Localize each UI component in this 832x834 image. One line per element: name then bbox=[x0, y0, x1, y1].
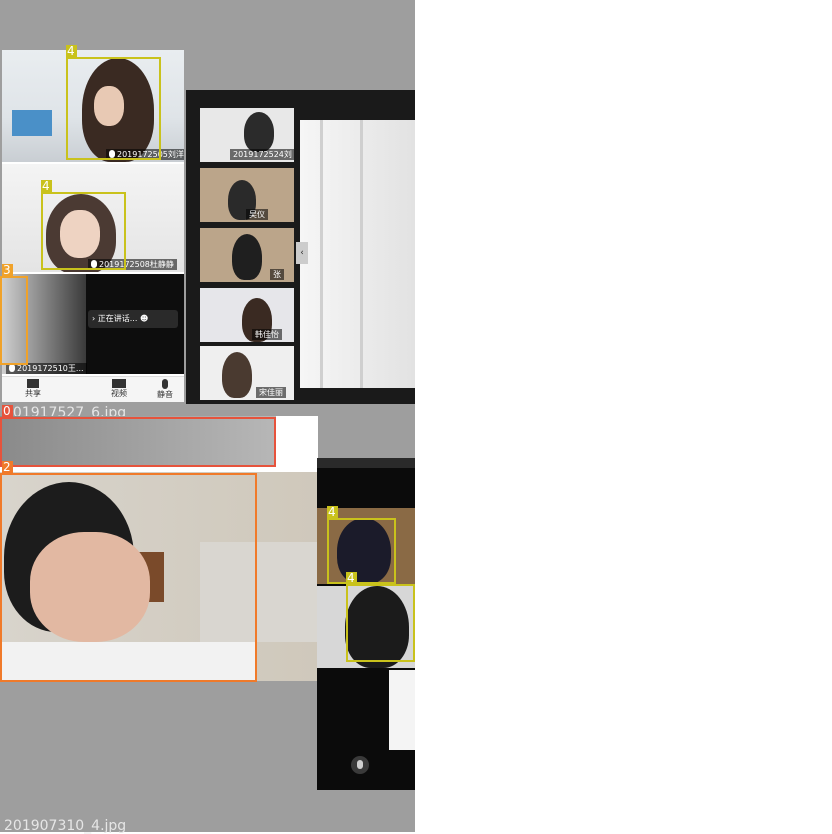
meeting-sidebar bbox=[317, 458, 415, 790]
video-feed bbox=[389, 670, 415, 750]
participant-name-label: 韩佳怡 bbox=[252, 329, 282, 340]
participant-face bbox=[60, 210, 100, 258]
thumbnail-tile[interactable]: 吴仪 bbox=[200, 168, 294, 222]
video-camera-icon bbox=[112, 379, 126, 388]
participant-figure bbox=[222, 352, 252, 398]
meeting-toolbar: 共享 视频 静音 bbox=[2, 376, 184, 402]
meeting-window-left: 2019172505刘洋 2019172508杜静静 › 正在讲话... ☻ 2… bbox=[2, 50, 184, 402]
microphone-icon bbox=[357, 760, 363, 769]
empty-area bbox=[415, 0, 832, 832]
video-feed bbox=[2, 274, 86, 374]
video-tile[interactable]: › 正在讲话... ☻ 2019172510王... bbox=[2, 274, 184, 374]
mic-icon bbox=[91, 260, 97, 268]
participant-name-label: 2019172505刘洋 bbox=[106, 149, 184, 160]
shared-room-view bbox=[300, 120, 415, 388]
video-tile[interactable]: 2019172505刘洋 bbox=[2, 50, 184, 162]
share-screen-icon bbox=[27, 379, 39, 388]
participant-name-label: 2019172510王... bbox=[6, 363, 87, 374]
video-tile[interactable] bbox=[317, 586, 415, 668]
thumbnail-tile[interactable]: 2019172524刘 bbox=[200, 108, 294, 162]
meeting-window-right: ‹ 2019172524刘 吴仪 张 韩佳怡 宋佳丽 bbox=[186, 90, 415, 404]
wall-map bbox=[200, 542, 318, 642]
thumbnail-tile[interactable]: 韩佳怡 bbox=[200, 288, 294, 342]
video-frame-main bbox=[0, 416, 318, 681]
speaking-indicator: › 正在讲话... ☻ bbox=[88, 310, 178, 328]
thumbnail-tile[interactable]: 宋佳丽 bbox=[200, 346, 294, 400]
chevron-right-icon: › bbox=[92, 314, 96, 323]
share-button[interactable]: 共享 bbox=[16, 379, 50, 399]
participant-face bbox=[30, 532, 150, 642]
microphone-icon bbox=[162, 379, 168, 389]
video-tile[interactable] bbox=[317, 508, 415, 584]
image-grid-canvas: 2019172505刘洋 2019172508杜静静 › 正在讲话... ☻ 2… bbox=[0, 0, 832, 834]
status-bar bbox=[317, 458, 415, 468]
participant-figure bbox=[345, 586, 409, 668]
emoji-icon: ☻ bbox=[139, 314, 149, 323]
participant-name-label: 2019172508杜静静 bbox=[88, 259, 177, 270]
chevron-left-icon: ‹ bbox=[300, 248, 304, 258]
participant-figure bbox=[244, 112, 274, 152]
chair-shape bbox=[12, 110, 52, 136]
window-frame bbox=[360, 120, 363, 388]
participant-name-label: 吴仪 bbox=[246, 209, 268, 220]
participant-name-label: 张 bbox=[270, 269, 284, 280]
main-feed bbox=[0, 472, 318, 681]
mute-button[interactable] bbox=[351, 756, 369, 774]
mic-icon bbox=[9, 364, 15, 372]
video-tile[interactable]: 2019172508杜静静 bbox=[2, 164, 184, 272]
thumbnail-tile[interactable]: 张 bbox=[200, 228, 294, 282]
mic-icon bbox=[109, 150, 115, 158]
mute-button[interactable]: 静音 bbox=[148, 379, 182, 400]
participant-name-label: 宋佳丽 bbox=[256, 387, 286, 398]
participant-name-label: 2019172524刘 bbox=[230, 149, 294, 160]
shirt-shape bbox=[0, 642, 256, 681]
participant-figure bbox=[337, 518, 391, 584]
participant-figure bbox=[232, 234, 262, 280]
video-button[interactable]: 视频 bbox=[102, 379, 136, 399]
top-strip-feed bbox=[0, 416, 276, 466]
collapse-panel-button[interactable]: ‹ bbox=[296, 242, 308, 264]
window-frame bbox=[320, 120, 323, 388]
participant-face bbox=[94, 86, 124, 126]
